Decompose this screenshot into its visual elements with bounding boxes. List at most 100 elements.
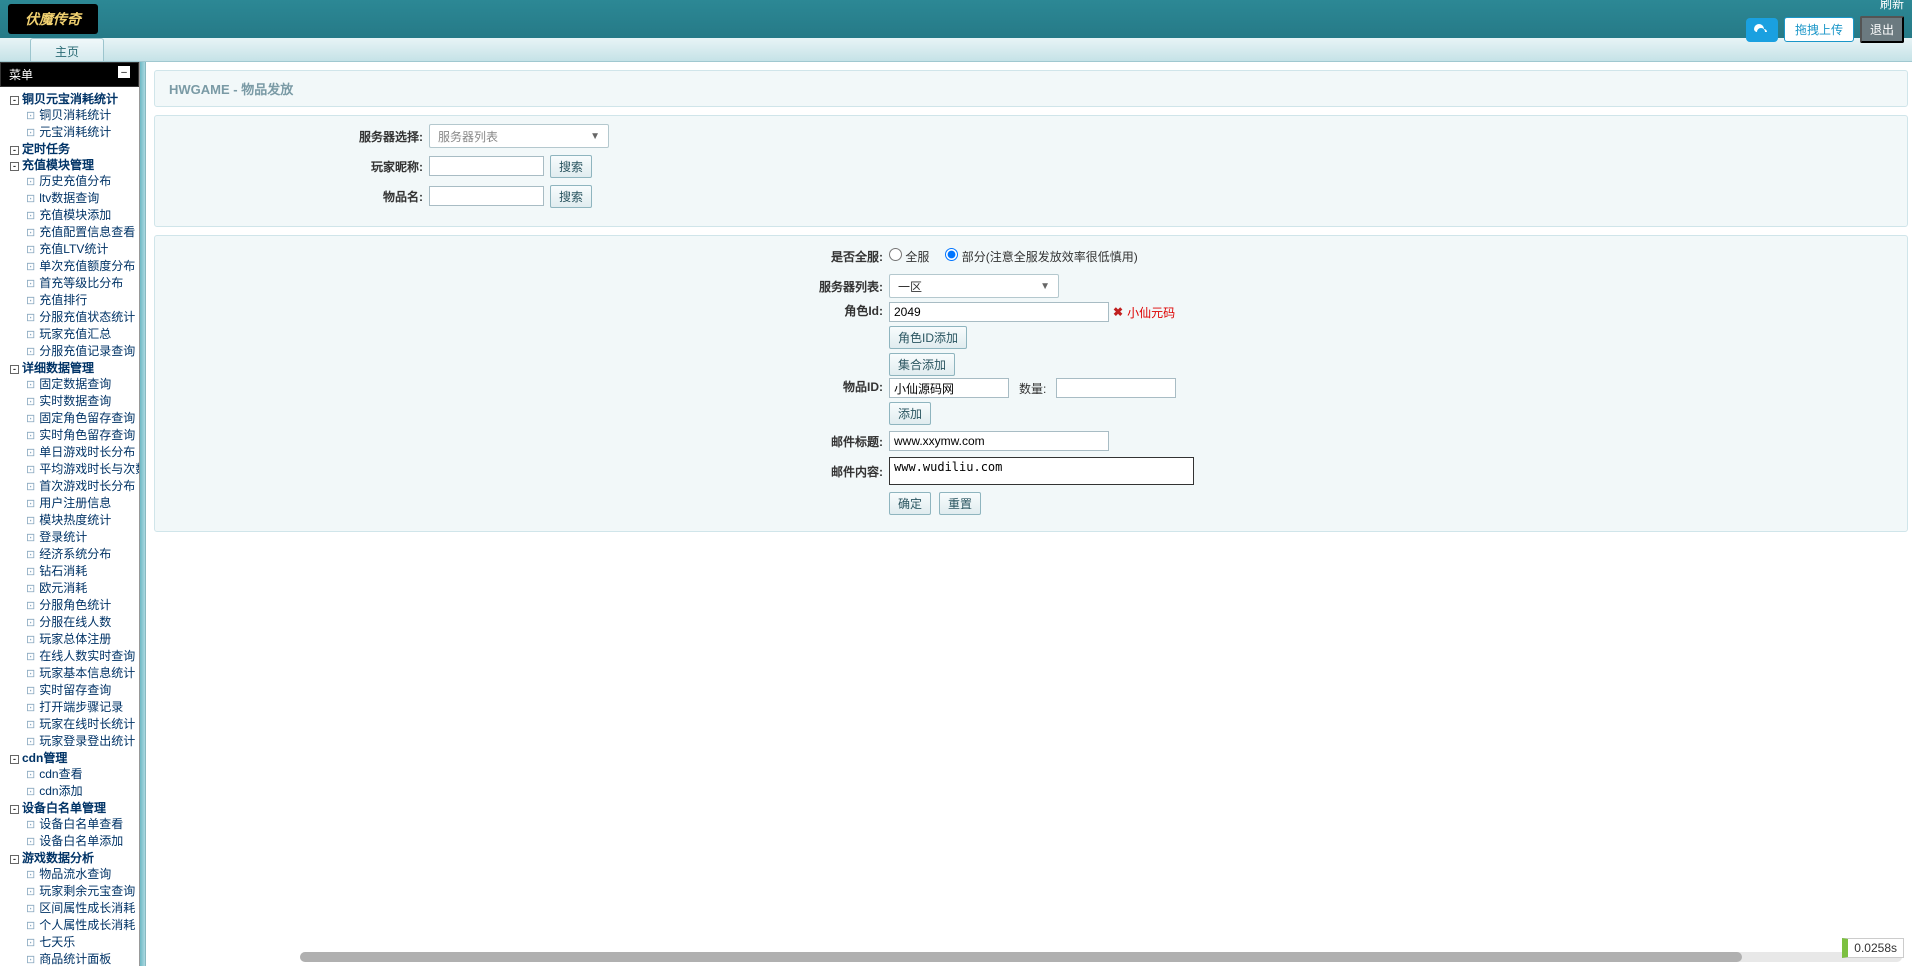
radio-allserver[interactable]: 全服	[889, 248, 929, 265]
tree-item[interactable]: 充值模块添加	[6, 207, 139, 224]
scrollbar-thumb[interactable]	[300, 952, 1742, 962]
chevron-down-icon: ▼	[1040, 281, 1050, 292]
tree-group[interactable]: -游戏数据分析	[6, 850, 139, 866]
tree-item[interactable]: 首充等级比分布	[6, 275, 139, 292]
tree-item[interactable]: 平均游戏时长与次数	[6, 461, 139, 478]
quantity-input[interactable]	[1056, 378, 1176, 398]
tree-item[interactable]: 实时角色留存查询	[6, 427, 139, 444]
tree-item[interactable]: 充值排行	[6, 292, 139, 309]
tree-item[interactable]: 固定数据查询	[6, 376, 139, 393]
tree-item[interactable]: 登录统计	[6, 529, 139, 546]
tree-item[interactable]: 玩家剩余元宝查询	[6, 883, 139, 900]
tree-item[interactable]: 充值LTV统计	[6, 241, 139, 258]
tree-item[interactable]: 单日游戏时长分布	[6, 444, 139, 461]
mail-content-input[interactable]: www.wudiliu.com	[889, 457, 1194, 485]
top-right: 刷新 拖拽上传 退出	[1746, 0, 1904, 43]
tree-item[interactable]: 用户注册信息	[6, 495, 139, 512]
allserver-label: 是否全服:	[169, 248, 889, 265]
search-panel: 服务器选择: 服务器列表 ▼ 玩家昵称: 搜索	[154, 115, 1908, 227]
exit-button[interactable]: 退出	[1860, 16, 1904, 43]
tree-item[interactable]: 分服充值状态统计	[6, 309, 139, 326]
tree-group[interactable]: -充值模块管理	[6, 157, 139, 173]
tree-item[interactable]: 区间属性成长消耗	[6, 900, 139, 917]
tree-item[interactable]: 元宝消耗统计	[6, 124, 139, 141]
tree-item[interactable]: 玩家在线时长统计	[6, 716, 139, 733]
add-item-button[interactable]: 添加	[889, 402, 931, 425]
tree-item[interactable]: 物品流水查询	[6, 866, 139, 883]
tree-item[interactable]: 历史充值分布	[6, 173, 139, 190]
tree-group[interactable]: -铜贝元宝消耗统计	[6, 91, 139, 107]
reset-button[interactable]: 重置	[939, 492, 981, 515]
role-id-label: 角色Id:	[169, 302, 889, 319]
menu-tree[interactable]: -铜贝元宝消耗统计铜贝消耗统计元宝消耗统计-定时任务-充值模块管理历史充值分布l…	[0, 87, 139, 966]
tree-item[interactable]: 分服角色统计	[6, 597, 139, 614]
tree-item[interactable]: 实时留存查询	[6, 682, 139, 699]
search-item-button[interactable]: 搜索	[550, 185, 592, 208]
tree-item[interactable]: 固定角色留存查询	[6, 410, 139, 427]
tree-item[interactable]: 在线人数实时查询	[6, 648, 139, 665]
refresh-link[interactable]: 刷新	[1880, 0, 1904, 12]
tree-item[interactable]: 打开端步骤记录	[6, 699, 139, 716]
tree-group[interactable]: -定时任务	[6, 141, 139, 157]
tree-item[interactable]: 首次游戏时长分布	[6, 478, 139, 495]
remove-role-icon[interactable]: ✖	[1113, 305, 1123, 319]
tree-group[interactable]: -设备白名单管理	[6, 800, 139, 816]
tree-item[interactable]: 经济系统分布	[6, 546, 139, 563]
tab-home[interactable]: 主页	[30, 38, 104, 61]
tree-item[interactable]: 商品统计面板	[6, 951, 139, 966]
minimize-icon[interactable]: –	[118, 66, 130, 78]
tree-item[interactable]: 设备白名单查看	[6, 816, 139, 833]
item-id-label: 物品ID:	[169, 378, 889, 395]
player-nick-label: 玩家昵称:	[169, 158, 429, 175]
player-nick-input[interactable]	[429, 156, 544, 176]
chevron-down-icon: ▼	[590, 131, 600, 142]
tree-item[interactable]: 玩家总体注册	[6, 631, 139, 648]
tree-item[interactable]: 玩家登录登出统计	[6, 733, 139, 750]
radio-partial[interactable]: 部分(注意全服发放效率很低慎用)	[945, 248, 1137, 265]
tree-item[interactable]: 分服在线人数	[6, 614, 139, 631]
tree-item[interactable]: ltv数据查询	[6, 190, 139, 207]
cloud-upload-icon[interactable]	[1746, 18, 1778, 42]
dispatch-panel: 是否全服: 全服 部分(注意全服发放效率很低慎用) 服务器列表:	[154, 235, 1908, 532]
logo-text: 伏魔传奇	[25, 9, 81, 29]
tree-item[interactable]: 玩家充值汇总	[6, 326, 139, 343]
drag-upload-button[interactable]: 拖拽上传	[1784, 17, 1854, 42]
tree-item[interactable]: 钻石消耗	[6, 563, 139, 580]
server-select[interactable]: 服务器列表 ▼	[429, 124, 609, 148]
menu-title: 菜单	[9, 66, 33, 83]
batch-add-button[interactable]: 集合添加	[889, 353, 955, 376]
tree-item[interactable]: 设备白名单添加	[6, 833, 139, 850]
mail-title-input[interactable]	[889, 431, 1109, 451]
top-bar: 伏魔传奇 刷新 拖拽上传 退出	[0, 0, 1912, 38]
horizontal-scrollbar[interactable]	[300, 952, 1902, 962]
tree-group[interactable]: -详细数据管理	[6, 360, 139, 376]
role-id-input[interactable]	[889, 302, 1109, 322]
serverlist-label: 服务器列表:	[169, 278, 889, 295]
tree-item[interactable]: 模块热度统计	[6, 512, 139, 529]
tree-item[interactable]: 充值配置信息查看	[6, 224, 139, 241]
add-role-id-button[interactable]: 角色ID添加	[889, 326, 967, 349]
tree-item[interactable]: 欧元消耗	[6, 580, 139, 597]
tree-item[interactable]: 个人属性成长消耗	[6, 917, 139, 934]
tree-item[interactable]: 铜贝消耗统计	[6, 107, 139, 124]
quantity-label: 数量:	[1019, 380, 1046, 397]
tree-item[interactable]: 分服充值记录查询	[6, 343, 139, 360]
item-name-label: 物品名:	[169, 188, 429, 205]
tree-item[interactable]: cdn添加	[6, 783, 139, 800]
tree-group[interactable]: -cdn管理	[6, 750, 139, 766]
tree-item[interactable]: cdn查看	[6, 766, 139, 783]
item-name-input[interactable]	[429, 186, 544, 206]
tree-item[interactable]: 七天乐	[6, 934, 139, 951]
submit-button[interactable]: 确定	[889, 492, 931, 515]
tab-strip: 主页	[0, 38, 1912, 62]
tree-item[interactable]: 玩家基本信息统计	[6, 665, 139, 682]
timing-badge: 0.0258s	[1842, 938, 1904, 958]
vertical-splitter[interactable]	[140, 62, 146, 966]
logo: 伏魔传奇	[8, 4, 98, 34]
tree-item[interactable]: 实时数据查询	[6, 393, 139, 410]
content-area: HWGAME - 物品发放 服务器选择: 服务器列表 ▼ 玩家昵称:	[140, 62, 1912, 966]
serverlist-select[interactable]: 一区 ▼	[889, 274, 1059, 298]
search-player-button[interactable]: 搜索	[550, 155, 592, 178]
item-id-input[interactable]	[889, 378, 1009, 398]
tree-item[interactable]: 单次充值额度分布	[6, 258, 139, 275]
